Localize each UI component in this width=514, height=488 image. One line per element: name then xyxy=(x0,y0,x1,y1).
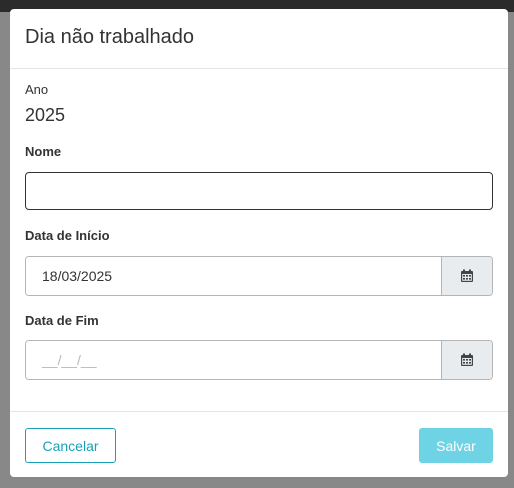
start-date-label: Data de Início xyxy=(25,228,110,243)
calendar-icon xyxy=(461,269,473,282)
end-date-label: Data de Fim xyxy=(25,313,99,328)
end-date-group: __/__/__ xyxy=(25,340,493,380)
year-label: Ano xyxy=(25,82,49,97)
end-date-input[interactable]: __/__/__ xyxy=(26,341,441,379)
name-label: Nome xyxy=(25,144,62,159)
start-date-picker-button[interactable] xyxy=(441,257,492,295)
modal-title: Dia não trabalhado xyxy=(25,26,195,48)
name-input[interactable] xyxy=(25,172,493,210)
modal-header: Dia não trabalhado xyxy=(10,9,508,69)
year-value: 2025 xyxy=(25,105,66,125)
calendar-icon xyxy=(461,353,473,366)
start-date-input[interactable]: 18/03/2025 xyxy=(26,257,441,295)
start-date-group: 18/03/2025 xyxy=(25,256,493,296)
modal-footer: Cancelar Salvar xyxy=(10,411,508,477)
unworked-day-modal: Dia não trabalhado Ano 2025 Nome Data de… xyxy=(10,9,508,477)
cancel-button[interactable]: Cancelar xyxy=(25,428,116,463)
end-date-picker-button[interactable] xyxy=(441,341,492,379)
save-button[interactable]: Salvar xyxy=(419,428,493,463)
